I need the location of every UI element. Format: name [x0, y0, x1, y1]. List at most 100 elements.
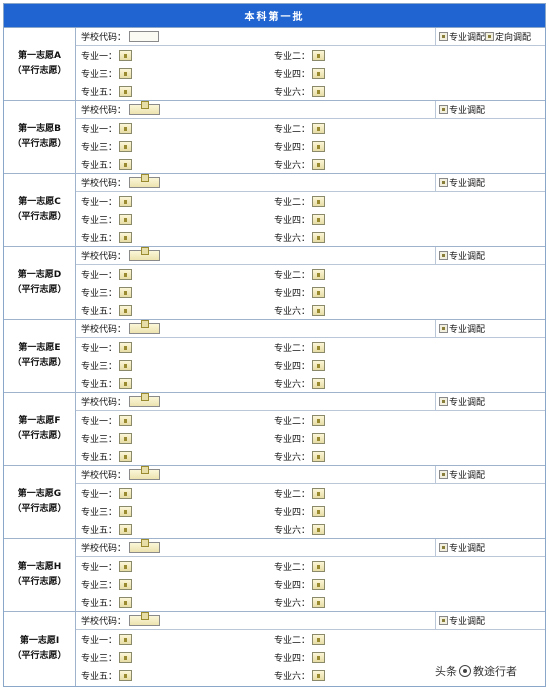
school-code-input[interactable] — [129, 174, 161, 188]
major-adjust-checkbox[interactable] — [439, 470, 448, 479]
major-select[interactable] — [119, 341, 133, 353]
school-code-input[interactable] — [129, 320, 161, 334]
major-select[interactable] — [119, 450, 133, 462]
group-subtitle: （平行志愿） — [12, 431, 67, 441]
major-label: 专业二： — [274, 51, 311, 62]
major-select[interactable] — [119, 140, 133, 152]
major-select[interactable] — [119, 669, 133, 681]
school-code-label: 学校代码： — [81, 106, 127, 116]
major-select[interactable] — [119, 122, 133, 134]
school-code-input[interactable] — [129, 393, 161, 407]
major-select[interactable] — [119, 505, 133, 517]
major-select[interactable] — [312, 140, 326, 152]
major-label: 专业二： — [274, 124, 311, 135]
major-select[interactable] — [119, 596, 133, 608]
school-code-label: 学校代码： — [81, 471, 127, 481]
major-label: 专业一： — [81, 489, 118, 500]
major-select[interactable] — [312, 633, 326, 645]
major-select[interactable] — [312, 377, 326, 389]
major-select[interactable] — [312, 450, 326, 462]
volunteer-group: 第一志愿B （平行志愿） 学校代码： 专业调配 专业一： 专业二： 专业三： 专业四： 专业五：… — [4, 101, 545, 174]
major-select[interactable] — [119, 523, 133, 535]
major-adjust-checkbox[interactable] — [439, 543, 448, 552]
major-select[interactable] — [119, 377, 133, 389]
major-select[interactable] — [119, 67, 133, 79]
major-select[interactable] — [119, 432, 133, 444]
major-select[interactable] — [312, 67, 326, 79]
major-row: 专业三： 专业四： — [76, 137, 545, 155]
major-row: 专业一： 专业二： — [76, 630, 545, 648]
major-select[interactable] — [312, 505, 326, 517]
major-select[interactable] — [312, 487, 326, 499]
major-select[interactable] — [312, 49, 326, 61]
major-select[interactable] — [119, 651, 133, 663]
major-row: 专业五： 专业六： — [76, 520, 545, 538]
major-adjust-checkbox[interactable] — [439, 105, 448, 114]
major-label: 专业二： — [274, 635, 311, 646]
school-code-input[interactable] — [129, 247, 161, 261]
major-select[interactable] — [312, 231, 326, 243]
major-select[interactable] — [312, 359, 326, 371]
school-code-input[interactable] — [129, 466, 161, 480]
major-adjust-checkbox[interactable] — [439, 397, 448, 406]
group-label: 第一志愿G （平行志愿） — [4, 466, 76, 538]
major-select[interactable] — [119, 213, 133, 225]
major-select[interactable] — [119, 158, 133, 170]
major-select[interactable] — [312, 304, 326, 316]
major-select[interactable] — [119, 487, 133, 499]
directed-adjust-checkbox[interactable] — [485, 32, 495, 41]
major-select[interactable] — [312, 158, 326, 170]
major-select[interactable] — [312, 286, 326, 298]
major-select[interactable] — [312, 560, 326, 572]
school-code-label: 学校代码： — [81, 33, 127, 43]
major-select[interactable] — [312, 341, 326, 353]
major-select[interactable] — [312, 268, 326, 280]
major-adjust-checkbox[interactable] — [439, 616, 448, 625]
major-select[interactable] — [119, 633, 133, 645]
major-select[interactable] — [312, 669, 326, 681]
major-select[interactable] — [312, 651, 326, 663]
major-select[interactable] — [312, 414, 326, 426]
major-label: 专业六： — [274, 525, 311, 536]
school-code-input[interactable] — [129, 101, 161, 115]
major-adjust-checkbox[interactable] — [439, 324, 448, 333]
major-label: 专业六： — [274, 233, 311, 244]
major-select[interactable] — [312, 85, 326, 97]
adjust-option: 专业调配 — [439, 395, 485, 408]
school-code-label: 学校代码： — [81, 617, 127, 627]
major-select[interactable] — [312, 596, 326, 608]
major-select[interactable] — [119, 578, 133, 590]
major-select[interactable] — [119, 195, 133, 207]
major-row: 专业三： 专业四： — [76, 575, 545, 593]
major-select[interactable] — [119, 231, 133, 243]
major-row: 专业三： 专业四： — [76, 429, 545, 447]
major-select[interactable] — [119, 49, 133, 61]
form-banner: 本科第一批 — [4, 4, 545, 28]
group-label: 第一志愿I （平行志愿） — [4, 612, 76, 686]
major-select[interactable] — [119, 359, 133, 371]
major-select[interactable] — [119, 286, 133, 298]
school-code-input[interactable] — [129, 612, 161, 626]
major-select[interactable] — [312, 195, 326, 207]
major-select[interactable] — [312, 578, 326, 590]
major-adjust-checkbox[interactable] — [439, 32, 448, 41]
volunteer-group: 第一志愿A （平行志愿） 学校代码： 专业调配 定向调配 专业一： 专业二： 专业三： 专业四：… — [4, 28, 545, 101]
major-select[interactable] — [119, 85, 133, 97]
major-select[interactable] — [312, 122, 326, 134]
major-adjust-checkbox[interactable] — [439, 251, 448, 260]
major-label: 专业六： — [274, 671, 311, 682]
school-code-input[interactable] — [129, 31, 160, 42]
adjust-option: 专业调配 定向调配 — [439, 30, 531, 43]
major-select[interactable] — [312, 523, 326, 535]
major-label: 专业五： — [81, 525, 118, 536]
major-adjust-checkbox[interactable] — [439, 178, 448, 187]
major-select[interactable] — [312, 432, 326, 444]
major-select[interactable] — [119, 304, 133, 316]
major-select[interactable] — [119, 414, 133, 426]
major-select[interactable] — [312, 213, 326, 225]
school-code-input[interactable] — [129, 539, 161, 553]
major-select[interactable] — [119, 560, 133, 572]
major-select[interactable] — [119, 268, 133, 280]
major-label: 专业三： — [81, 142, 118, 153]
volunteer-group: 第一志愿H （平行志愿） 学校代码： 专业调配 专业一： 专业二： 专业三： 专业四： 专业五：… — [4, 539, 545, 612]
